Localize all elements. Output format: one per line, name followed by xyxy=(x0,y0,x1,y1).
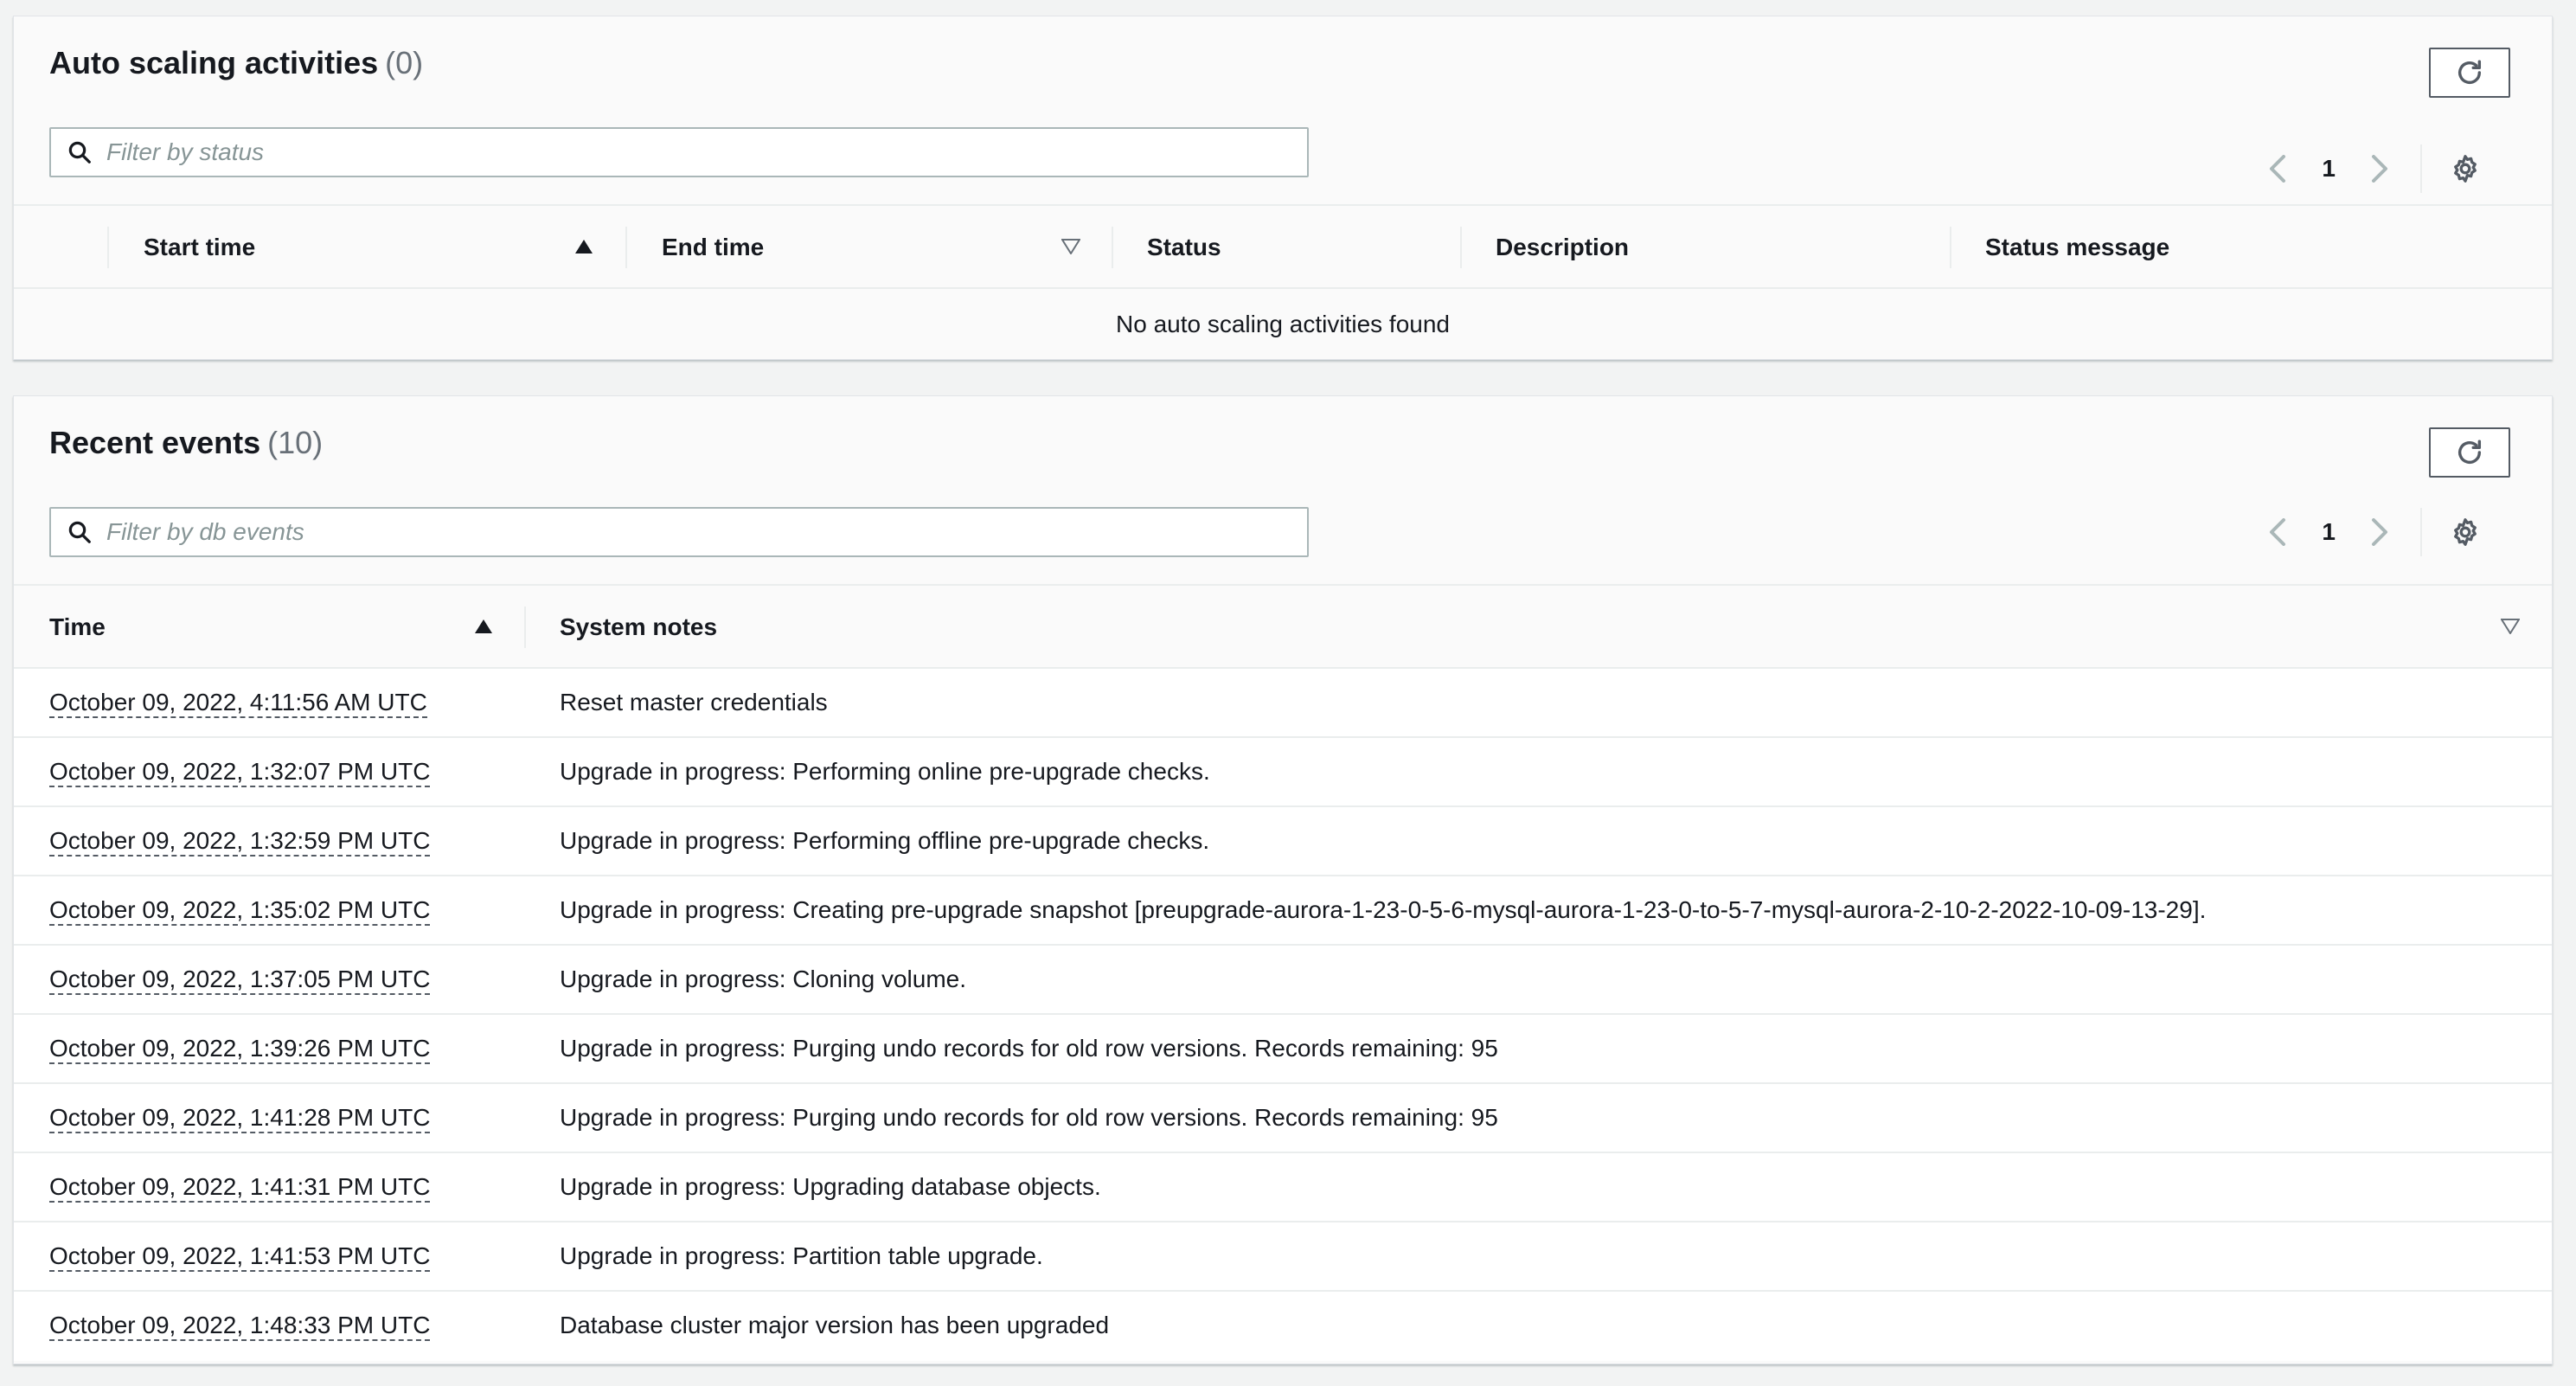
table-row: October 09, 2022, 4:11:56 AM UTC Reset ma… xyxy=(14,669,2552,738)
status-filter[interactable] xyxy=(49,127,1309,177)
sort-ascending-icon[interactable] xyxy=(474,619,493,638)
event-time[interactable]: October 09, 2022, 1:41:31 PM UTC xyxy=(49,1174,431,1203)
status-filter-input[interactable] xyxy=(105,138,1285,167)
gear-icon xyxy=(2454,155,2477,183)
next-page-button[interactable] xyxy=(2361,515,2396,549)
event-time[interactable]: October 09, 2022, 4:11:56 AM UTC xyxy=(49,690,427,718)
sort-descending-icon[interactable] xyxy=(2500,619,2521,638)
search-icon xyxy=(67,519,93,545)
table-row: October 09, 2022, 1:39:26 PM UTC Upgrade … xyxy=(14,1015,2552,1084)
previous-page-button[interactable] xyxy=(2261,515,2296,549)
panel-title-text: Auto scaling activities xyxy=(49,45,379,80)
column-header-label: Time xyxy=(49,613,106,640)
event-system-note: Reset master credentials xyxy=(560,689,828,715)
event-system-note: Upgrade in progress: Cloning volume. xyxy=(560,966,967,992)
column-header-end-time[interactable]: End time xyxy=(662,206,764,289)
previous-page-button[interactable] xyxy=(2261,151,2296,186)
events-filter[interactable] xyxy=(49,507,1309,557)
event-time[interactable]: October 09, 2022, 1:35:02 PM UTC xyxy=(49,897,431,926)
column-header-description[interactable]: Description xyxy=(1496,206,1629,289)
event-time[interactable]: October 09, 2022, 1:37:05 PM UTC xyxy=(49,966,431,995)
event-time[interactable]: October 09, 2022, 1:32:07 PM UTC xyxy=(49,759,431,787)
search-icon xyxy=(67,139,93,165)
column-header-label: Status message xyxy=(1985,234,2170,260)
refresh-button[interactable] xyxy=(2429,48,2510,98)
events-filter-input[interactable] xyxy=(105,517,1285,547)
column-header-label: Status xyxy=(1147,234,1221,260)
panel-title-count: (0) xyxy=(385,45,424,80)
current-page-number[interactable]: 1 xyxy=(2322,518,2336,546)
table-row: October 09, 2022, 1:41:28 PM UTC Upgrade … xyxy=(14,1084,2552,1153)
event-system-note: Upgrade in progress: Performing online p… xyxy=(560,758,1210,785)
event-system-note: Upgrade in progress: Creating pre-upgrad… xyxy=(560,896,2207,923)
pagination-divider xyxy=(2420,508,2422,556)
column-header-start-time[interactable]: Start time xyxy=(144,206,255,289)
refresh-button[interactable] xyxy=(2429,427,2510,478)
table-row: October 09, 2022, 1:41:53 PM UTC Upgrade … xyxy=(14,1222,2552,1292)
panel-title-count: (10) xyxy=(267,425,324,460)
auto-scaling-activities-panel: Auto scaling activities(0) 1 xyxy=(13,16,2553,360)
column-header-label: System notes xyxy=(560,613,718,640)
panel-title: Recent events (10) xyxy=(49,427,323,459)
column-header-status[interactable]: Status xyxy=(1147,206,1221,289)
column-header-label: End time xyxy=(662,234,765,260)
event-system-note: Upgrade in progress: Purging undo record… xyxy=(560,1035,1498,1062)
event-system-note: Upgrade in progress: Performing offline … xyxy=(560,827,1210,854)
current-page-number[interactable]: 1 xyxy=(2322,155,2336,183)
table-row: October 09, 2022, 1:32:07 PM UTC Upgrade … xyxy=(14,738,2552,807)
table-row: October 09, 2022, 1:48:33 PM UTC Database… xyxy=(14,1292,2552,1361)
page: Auto scaling activities(0) 1 xyxy=(0,0,2576,1386)
column-header-label: Description xyxy=(1496,234,1630,260)
column-header-label: Start time xyxy=(144,234,256,260)
table-preferences-button[interactable] xyxy=(2448,515,2483,549)
column-header-system-notes[interactable]: System notes xyxy=(560,586,717,669)
event-time[interactable]: October 09, 2022, 1:41:28 PM UTC xyxy=(49,1105,431,1133)
chevron-right-icon xyxy=(2372,518,2387,546)
event-system-note: Upgrade in progress: Purging undo record… xyxy=(560,1104,1498,1131)
table-row: October 09, 2022, 1:35:02 PM UTC Upgrade … xyxy=(14,876,2552,946)
table-row: October 09, 2022, 1:37:05 PM UTC Upgrade … xyxy=(14,946,2552,1015)
pagination: 1 xyxy=(2261,143,2483,195)
recent-events-panel: Recent events(10) 1 xyxy=(13,395,2553,1364)
event-time[interactable]: October 09, 2022, 1:41:53 PM UTC xyxy=(49,1243,431,1272)
event-system-note: Upgrade in progress: Partition table upg… xyxy=(560,1242,1043,1269)
event-system-note: Upgrade in progress: Upgrading database … xyxy=(560,1173,1101,1200)
empty-state-message: No auto scaling activities found xyxy=(1116,311,1450,337)
column-header-time[interactable]: Time xyxy=(49,586,106,669)
activities-table-header: Start time End time Status Description S… xyxy=(14,204,2552,289)
refresh-icon xyxy=(2457,60,2482,84)
column-separator xyxy=(1112,227,1113,268)
event-time[interactable]: October 09, 2022, 1:39:26 PM UTC xyxy=(49,1036,431,1064)
table-row: October 09, 2022, 1:32:59 PM UTC Upgrade … xyxy=(14,807,2552,876)
column-separator xyxy=(107,227,109,268)
table-preferences-button[interactable] xyxy=(2448,151,2483,186)
column-separator xyxy=(625,227,627,268)
panel-title-text: Recent events xyxy=(49,425,261,460)
refresh-icon xyxy=(2457,440,2482,464)
pagination: 1 xyxy=(2261,506,2483,558)
sort-descending-icon[interactable] xyxy=(1061,239,1081,259)
gear-icon xyxy=(2454,518,2477,546)
column-separator xyxy=(524,606,526,648)
event-time[interactable]: October 09, 2022, 1:32:59 PM UTC xyxy=(49,828,431,857)
pagination-divider xyxy=(2420,144,2422,193)
chevron-right-icon xyxy=(2372,155,2387,183)
chevron-left-icon xyxy=(2270,518,2286,546)
column-separator xyxy=(1460,227,1462,268)
table-row: October 09, 2022, 1:41:31 PM UTC Upgrade … xyxy=(14,1153,2552,1222)
events-table-header: Time System notes xyxy=(14,584,2552,669)
panel-title: Auto scaling activities (0) xyxy=(49,48,423,79)
column-header-status-message[interactable]: Status message xyxy=(1985,206,2169,289)
next-page-button[interactable] xyxy=(2361,151,2396,186)
event-system-note: Database cluster major version has been … xyxy=(560,1312,1110,1338)
event-time[interactable]: October 09, 2022, 1:48:33 PM UTC xyxy=(49,1312,431,1341)
sort-ascending-icon[interactable] xyxy=(574,239,593,259)
chevron-left-icon xyxy=(2270,155,2286,183)
column-separator xyxy=(1950,227,1951,268)
